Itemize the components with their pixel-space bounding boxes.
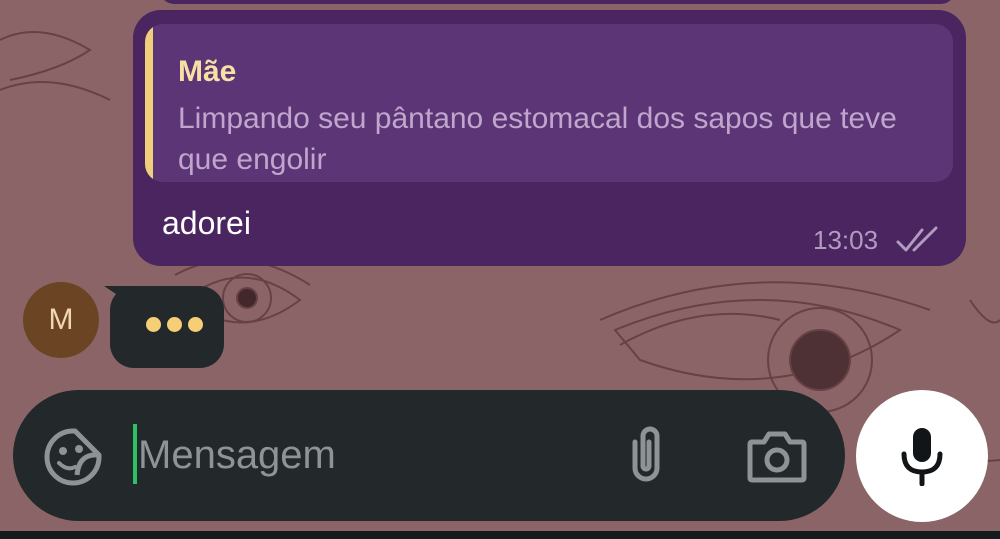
quoted-message[interactable]: Mãe Limpando seu pântano estomacal dos s… (145, 24, 953, 182)
typing-indicator (110, 286, 224, 368)
message-composer (13, 390, 845, 521)
avatar[interactable]: M (23, 282, 99, 358)
message-timestamp: 13:03 (813, 225, 879, 255)
microphone-icon (901, 428, 943, 486)
voice-record-button[interactable] (856, 390, 988, 522)
paperclip-icon[interactable] (621, 422, 671, 488)
double-check-icon (896, 226, 938, 252)
quoted-author: Mãe (178, 55, 237, 88)
typing-dot (146, 317, 161, 332)
quoted-text: Limpando seu pântano estomacal dos sapos… (178, 102, 897, 176)
typing-dot (167, 317, 182, 332)
system-navigation-bar (0, 531, 1000, 539)
message-text: adorei (162, 205, 251, 241)
outgoing-message-bubble[interactable]: Mãe Limpando seu pântano estomacal dos s… (133, 10, 966, 266)
quote-accent-bar (145, 24, 153, 182)
message-input[interactable] (136, 420, 598, 490)
sticker-emoji-icon[interactable] (43, 427, 103, 487)
typing-dot (188, 317, 203, 332)
camera-icon[interactable] (746, 428, 808, 484)
previous-message-bubble-edge (160, 0, 955, 4)
